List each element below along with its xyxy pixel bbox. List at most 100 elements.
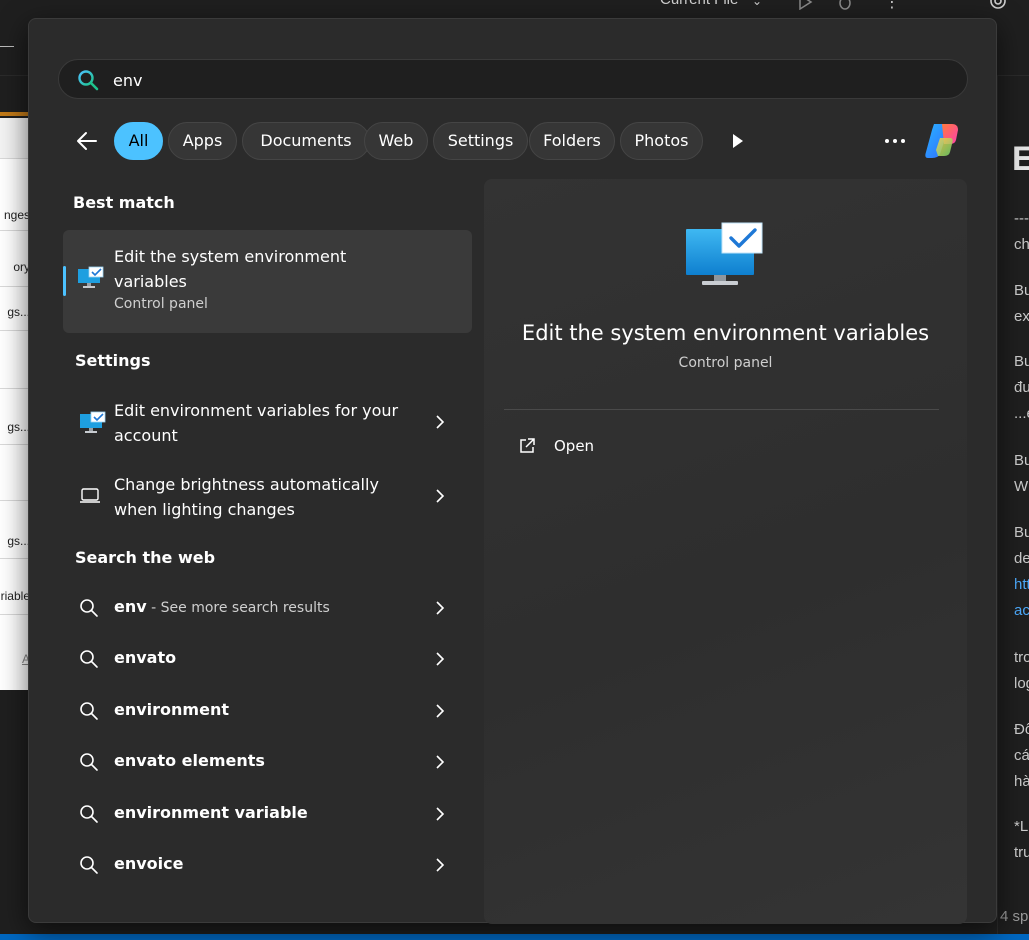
section-search-web: Search the web <box>75 548 216 567</box>
system-properties-icon <box>78 266 104 288</box>
list-item: riable <box>0 589 30 603</box>
web-search-result[interactable]: env - See more search results <box>63 586 472 630</box>
divider <box>0 444 30 445</box>
more-vertical-icon[interactable]: ⋮ <box>884 0 900 11</box>
search-icon <box>80 805 98 823</box>
settings-result[interactable]: Edit environment variables for your acco… <box>63 395 472 451</box>
doc-text: Bu <box>1014 452 1029 469</box>
current-file-dropdown[interactable]: Current File <box>660 0 738 8</box>
debug-icon[interactable] <box>836 0 854 10</box>
best-match-subtitle: Control panel <box>114 296 208 312</box>
chevron-right-icon[interactable] <box>435 489 445 503</box>
filter-photos[interactable]: Photos <box>620 122 703 160</box>
divider <box>0 286 30 287</box>
section-best-match: Best match <box>73 193 175 212</box>
divider <box>0 158 30 159</box>
search-box[interactable] <box>58 59 968 99</box>
search-icon <box>80 650 98 668</box>
doc-text: log <box>1014 675 1029 692</box>
divider <box>0 230 30 231</box>
laptop-icon <box>80 488 100 503</box>
preview-pane: Edit the system environment variables Co… <box>484 179 967 924</box>
search-icon <box>80 702 98 720</box>
search-icon <box>80 599 98 617</box>
divider <box>0 330 30 331</box>
chevron-down-icon: ⌄ <box>752 0 763 8</box>
web-result-term: envoice <box>114 854 184 873</box>
chevron-right-icon[interactable] <box>435 858 445 872</box>
web-result-suffix: - See more search results <box>146 600 330 616</box>
chevron-right-icon[interactable] <box>435 807 445 821</box>
best-match-result[interactable]: Edit the system environment variables Co… <box>63 230 472 333</box>
settings-result-title: Edit environment variables for your acco… <box>114 401 399 445</box>
more-filters-play-icon[interactable] <box>727 131 747 151</box>
run-icon[interactable] <box>796 0 814 10</box>
copilot-icon[interactable] <box>922 120 962 160</box>
web-result-term: environment variable <box>114 803 308 822</box>
windows-search-flyout: All Apps Documents Web Settings Folders … <box>28 18 997 924</box>
doc-text: ex <box>1014 308 1029 325</box>
background-left-window: nges ory gs... gs... gs... riable A <box>0 46 30 940</box>
background-document: E --- ch Bu ex Bu đư ...e Bu W Bu de htt… <box>997 76 1029 940</box>
web-result-term: env <box>114 597 147 616</box>
divider <box>0 614 30 615</box>
web-search-result[interactable]: envoice <box>63 843 472 887</box>
web-search-result[interactable]: environment variable <box>63 792 472 836</box>
minimize-dash <box>0 46 14 47</box>
list-item: A <box>21 652 30 666</box>
doc-heading: E <box>1012 140 1029 178</box>
taskbar-edge <box>0 934 1029 940</box>
web-search-result[interactable]: envato <box>63 637 472 681</box>
doc-text: cá <box>1014 747 1029 764</box>
web-search-result[interactable]: envato elements <box>63 740 472 784</box>
web-result-term: envato elements <box>114 751 265 770</box>
filter-documents[interactable]: Documents <box>242 122 370 160</box>
filter-settings[interactable]: Settings <box>433 122 528 160</box>
chevron-right-icon[interactable] <box>435 755 445 769</box>
filter-folders[interactable]: Folders <box>529 122 615 160</box>
filter-all[interactable]: All <box>114 122 163 160</box>
doc-link[interactable]: ac <box>1014 602 1029 619</box>
search-icon <box>78 70 99 91</box>
web-result-text: env - See more search results <box>114 597 330 616</box>
system-properties-icon <box>686 222 763 285</box>
back-arrow-icon[interactable] <box>73 127 101 155</box>
list-item: ory <box>13 260 30 274</box>
doc-text: de <box>1014 550 1029 567</box>
more-options-icon[interactable] <box>881 129 909 153</box>
settings-result-title: Change brightness automatically when lig… <box>114 475 379 519</box>
best-match-title: Edit the system environment variables <box>114 247 347 291</box>
system-properties-icon <box>80 411 106 433</box>
preview-subtitle: Control panel <box>678 355 773 371</box>
doc-text: tru <box>1014 844 1029 861</box>
list-item: gs... <box>7 305 30 319</box>
chevron-right-icon[interactable] <box>435 704 445 718</box>
doc-text: Bu <box>1014 353 1029 370</box>
chevron-right-icon[interactable] <box>435 601 445 615</box>
doc-text: đư <box>1014 379 1029 396</box>
doc-text: W <box>1014 478 1029 495</box>
list-item: gs... <box>7 534 30 548</box>
divider <box>0 500 30 501</box>
doc-link[interactable]: htt <box>1014 576 1029 593</box>
copilot-status-icon[interactable] <box>988 0 1008 10</box>
chevron-right-icon[interactable] <box>435 415 445 429</box>
doc-text: Bu <box>1014 524 1029 541</box>
doc-text: --- <box>1014 210 1029 227</box>
filter-apps[interactable]: Apps <box>168 122 237 160</box>
search-input[interactable] <box>113 66 933 94</box>
divider <box>504 409 939 410</box>
web-result-term: envato <box>114 648 177 667</box>
chevron-right-icon[interactable] <box>435 652 445 666</box>
web-result-term: environment <box>114 700 229 719</box>
doc-text: tro <box>1014 649 1029 666</box>
web-search-result[interactable]: environment <box>63 689 472 733</box>
open-action-button[interactable]: Open <box>514 433 634 461</box>
status-text: 4 sp <box>1000 908 1029 925</box>
accent-strip <box>0 112 30 116</box>
filter-web[interactable]: Web <box>364 122 428 160</box>
doc-text: Bu <box>1014 282 1029 299</box>
divider <box>0 388 30 389</box>
settings-result[interactable]: Change brightness automatically when lig… <box>63 469 472 525</box>
list-item: gs... <box>7 420 30 434</box>
